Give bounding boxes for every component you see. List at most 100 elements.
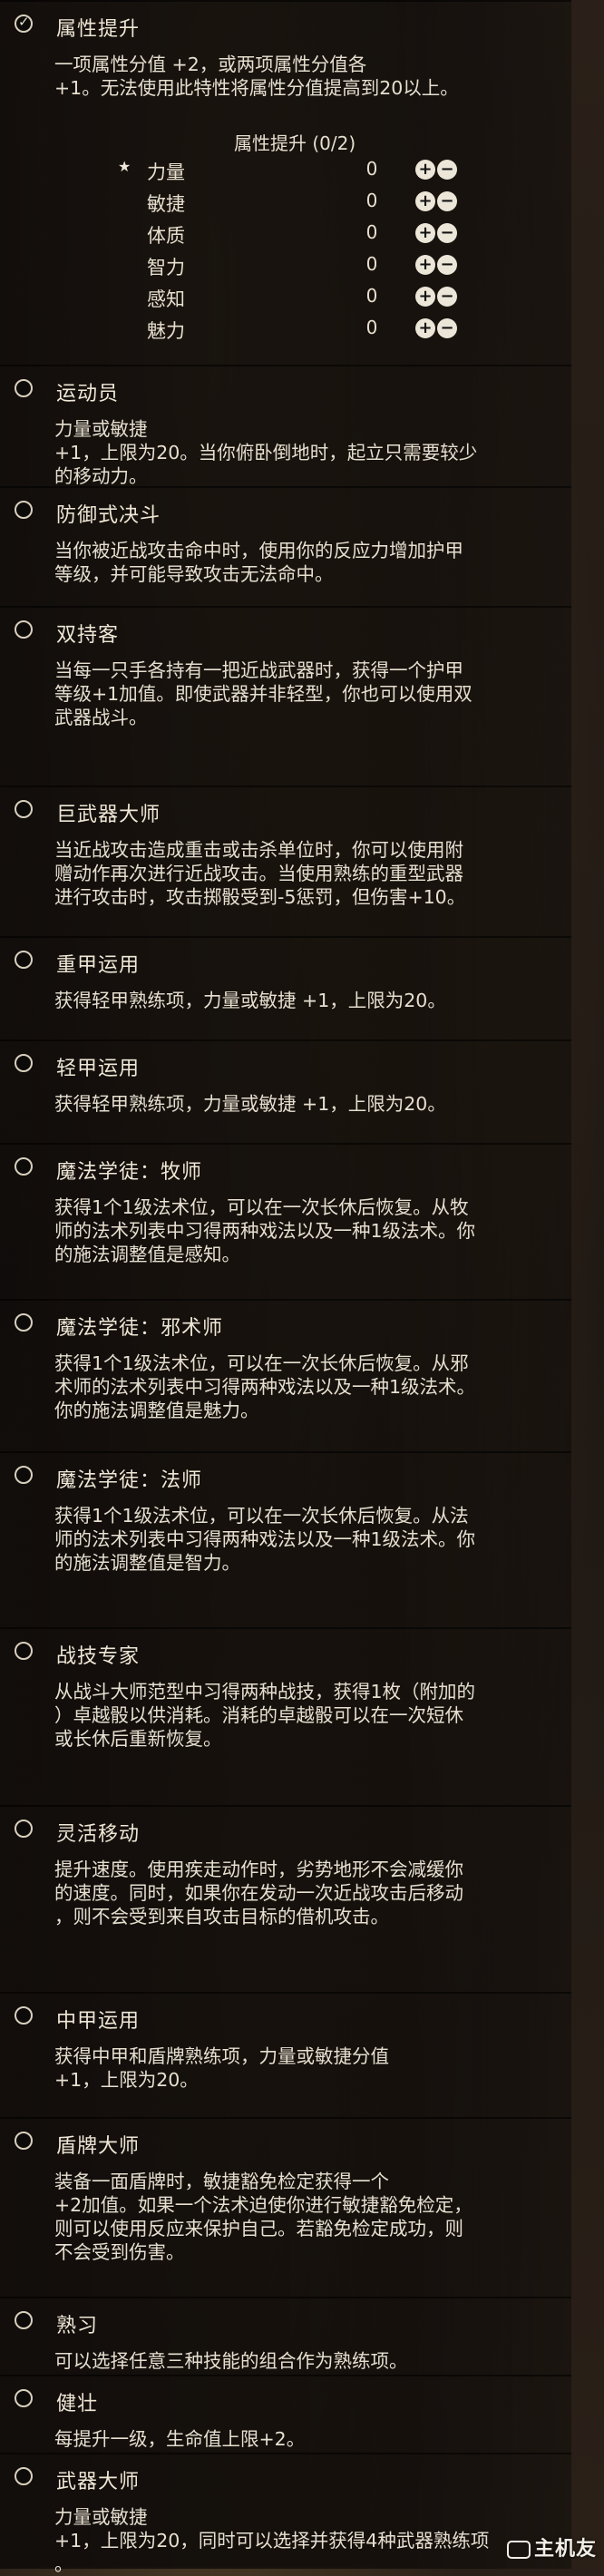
feat-title: 魔法学徒：牧师 — [56, 1161, 203, 1184]
feat-description: 一项属性分值 +2，或两项属性分值各 +1。无法使用此特性将属性分值提高到20以… — [54, 54, 459, 99]
decrease-button[interactable]: − — [437, 318, 457, 338]
increase-button[interactable]: + — [415, 191, 435, 211]
feat-description: 获得轻甲熟练项，力量或敏捷 +1，上限为20。 — [54, 990, 446, 1011]
feat-card[interactable]: 巨武器大师当近战攻击造成重击或击杀单位时，你可以使用附 赠动作再次进行近战攻击。… — [0, 785, 571, 936]
feat-card[interactable]: 运动员力量或敏捷 +1，上限为20。当你俯卧倒地时，起立只需要较少 的移动力。 — [0, 365, 571, 487]
feat-title: 健壮 — [56, 2393, 99, 2415]
feat-card[interactable]: 魔法学徒：邪术师获得1个1级法术位，可以在一次长休后恢复。从邪 术师的法术列表中… — [0, 1299, 571, 1451]
star-icon: ★ — [118, 158, 132, 175]
ability-name: 力量 — [147, 161, 185, 183]
feat-radio-button[interactable] — [15, 951, 33, 969]
feat-card[interactable]: 轻甲运用获得轻甲熟练项，力量或敏捷 +1，上限为20。 — [0, 1039, 571, 1143]
feat-title: 防御式决斗 — [56, 504, 161, 527]
feat-card[interactable]: 双持客当每一只手各持有一把近战武器时，获得一个护甲 等级+1加值。即使武器并非轻… — [0, 606, 571, 785]
feat-radio-button[interactable] — [15, 800, 33, 818]
feat-title: 重甲运用 — [56, 954, 141, 977]
feat-radio-button[interactable] — [15, 1157, 33, 1176]
feat-description: 获得1个1级法术位，可以在一次长休后恢复。从牧 师的法术列表中习得两种戏法以及一… — [54, 1196, 476, 1265]
feat-radio-button[interactable] — [15, 2389, 33, 2407]
increase-button[interactable]: + — [415, 160, 435, 180]
ability-name: 体质 — [147, 225, 185, 247]
feat-card[interactable]: 魔法学徒：法师获得1个1级法术位，可以在一次长休后恢复。从法 师的法术列表中习得… — [0, 1451, 571, 1627]
feat-card[interactable]: 重甲运用获得轻甲熟练项，力量或敏捷 +1，上限为20。 — [0, 936, 571, 1039]
feat-description: 从战斗大师范型中习得两种战技，获得1枚（附加的 ）卓越骰以供消耗。消耗的卓越骰可… — [54, 1681, 476, 1750]
ability-row-2: 敏捷 0 + − — [0, 190, 571, 220]
decrease-button[interactable]: − — [437, 223, 457, 243]
ability-name: 魅力 — [147, 320, 185, 342]
feat-title: 魔法学徒：法师 — [56, 1469, 203, 1492]
ability-value: 0 — [365, 285, 378, 307]
feat-title: 战技专家 — [56, 1645, 141, 1668]
ability-row-1: ★ 力量 0 + − — [0, 158, 571, 189]
feat-title: 盾牌大师 — [56, 2135, 141, 2158]
feat-description: 获得中甲和盾牌熟练项，力量或敏捷分值 +1，上限为20。 — [54, 2045, 389, 2091]
feat-description: 当你被近战攻击命中时，使用你的反应力增加护甲 等级，并可能导致攻击无法命中。 — [54, 540, 463, 585]
feat-title: 灵活移动 — [56, 1823, 141, 1846]
ability-value: 0 — [365, 190, 378, 211]
feat-card[interactable]: 属性提升一项属性分值 +2，或两项属性分值各 +1。无法使用此特性将属性分值提高… — [0, 0, 571, 365]
ability-row-3: 体质 0 + − — [0, 221, 571, 252]
ability-row-5: 感知 0 + − — [0, 285, 571, 316]
feat-description: 提升速度。使用疾走动作时，劣势地形不会减缓你 的速度。同时，如果你在发动一次近战… — [54, 1859, 463, 1927]
feat-radio-button[interactable] — [15, 501, 33, 519]
feat-card[interactable]: 战技专家从战斗大师范型中习得两种战技，获得1枚（附加的 ）卓越骰以供消耗。消耗的… — [0, 1627, 571, 1805]
feat-title: 巨武器大师 — [56, 804, 161, 826]
feat-card[interactable]: 盾牌大师装备一面盾牌时，敏捷豁免检定获得一个 +2加值。如果一个法术迫使你进行敏… — [0, 2117, 571, 2297]
feat-radio-button[interactable] — [15, 1313, 33, 1332]
ability-row-4: 智力 0 + − — [0, 253, 571, 284]
increase-button[interactable]: + — [415, 287, 435, 307]
feat-radio-button[interactable] — [15, 1466, 33, 1484]
feat-radio-button[interactable] — [15, 2467, 33, 2485]
feat-radio-button[interactable] — [15, 379, 33, 397]
increase-button[interactable]: + — [415, 223, 435, 243]
feat-radio-button[interactable] — [15, 1642, 33, 1660]
feat-radio-button[interactable] — [15, 14, 33, 33]
ability-row-6: 魅力 0 + − — [0, 317, 571, 347]
feat-title: 轻甲运用 — [56, 1058, 141, 1080]
increase-button[interactable]: + — [415, 318, 435, 338]
feat-title: 双持客 — [56, 624, 120, 647]
feat-description: 获得1个1级法术位，可以在一次长休后恢复。从法 师的法术列表中习得两种戏法以及一… — [54, 1505, 476, 1574]
feat-title: 中甲运用 — [56, 2010, 141, 2033]
feat-description: 装备一面盾牌时，敏捷豁免检定获得一个 +2加值。如果一个法术迫使你进行敏捷豁免检… — [54, 2171, 472, 2263]
increase-button[interactable]: + — [415, 255, 435, 275]
feat-radio-button[interactable] — [15, 2311, 33, 2329]
feat-card[interactable]: 防御式决斗当你被近战攻击命中时，使用你的反应力增加护甲 等级，并可能导致攻击无法… — [0, 486, 571, 606]
ability-name: 敏捷 — [147, 193, 185, 215]
controller-icon — [506, 2541, 531, 2559]
ability-value: 0 — [365, 253, 378, 275]
feat-description: 力量或敏捷 +1，上限为20，同时可以选择并获得4种武器熟练项 。 — [54, 2506, 490, 2575]
feat-description: 获得1个1级法术位，可以在一次长休后恢复。从邪 术师的法术列表中习得两种戏法以及… — [54, 1352, 476, 1421]
feat-card[interactable]: 灵活移动提升速度。使用疾走动作时，劣势地形不会减缓你 的速度。同时，如果你在发动… — [0, 1805, 571, 1992]
decrease-button[interactable]: − — [437, 255, 457, 275]
ability-boost-header: 属性提升 (0/2) — [234, 132, 356, 154]
feat-description: 获得轻甲熟练项，力量或敏捷 +1，上限为20。 — [54, 1093, 446, 1115]
decrease-button[interactable]: − — [437, 287, 457, 307]
feat-radio-button[interactable] — [15, 2006, 33, 2025]
ability-value: 0 — [365, 221, 378, 243]
feat-radio-button[interactable] — [15, 1820, 33, 1838]
decrease-button[interactable]: − — [437, 191, 457, 211]
feat-card[interactable]: 健壮每提升一级，生命值上限+2。 — [0, 2375, 571, 2453]
decrease-button[interactable]: − — [437, 160, 457, 180]
feat-card[interactable]: 中甲运用获得中甲和盾牌熟练项，力量或敏捷分值 +1，上限为20。 — [0, 1992, 571, 2117]
ability-name: 智力 — [147, 257, 185, 278]
feat-card[interactable]: 熟习可以选择任意三种技能的组合作为熟练项。 — [0, 2297, 571, 2375]
feat-description: 力量或敏捷 +1，上限为20。当你俯卧倒地时，起立只需要较少 的移动力。 — [54, 418, 478, 487]
ability-value: 0 — [365, 317, 378, 338]
feat-description: 可以选择任意三种技能的组合作为熟练项。 — [54, 2350, 408, 2372]
feat-title: 运动员 — [56, 383, 120, 405]
feat-radio-button[interactable] — [15, 620, 33, 639]
ability-name: 感知 — [147, 288, 185, 310]
feat-description: 当每一只手各持有一把近战武器时，获得一个护甲 等级+1加值。即使武器并非轻型，你… — [54, 659, 472, 728]
feat-card[interactable]: 武器大师 力量或敏捷 +1，上限为20，同时可以选择并获得4种武器熟练项 。 — [0, 2453, 571, 2575]
feat-description: 每提升一级，生命值上限+2。 — [54, 2428, 306, 2450]
feat-title: 魔法学徒：邪术师 — [56, 1317, 224, 1340]
site-logo-text: 主机友 — [533, 2538, 597, 2561]
feat-title: 熟习 — [56, 2315, 99, 2337]
feat-card[interactable]: 魔法学徒：牧师获得1个1级法术位，可以在一次长休后恢复。从牧 师的法术列表中习得… — [0, 1143, 571, 1299]
feat-radio-button[interactable] — [15, 1054, 33, 1072]
feat-radio-button[interactable] — [15, 2132, 33, 2150]
feat-description: 当近战攻击造成重击或击杀单位时，你可以使用附 赠动作再次进行近战攻击。当使用熟练… — [54, 839, 466, 908]
site-logo: 主机友 — [506, 2532, 597, 2561]
